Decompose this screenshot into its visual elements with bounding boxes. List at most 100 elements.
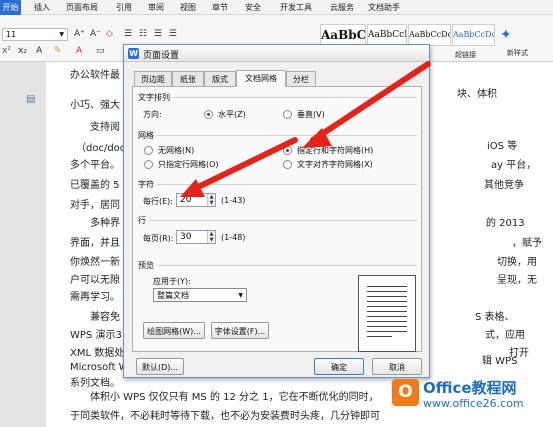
menu-home[interactable]: 开始 [0,0,21,15]
highlight-icon[interactable]: ✎ [54,46,62,56]
doc-line: 多个平台。 [70,160,120,171]
apply-to-select[interactable]: 整篇文档 ▼ [153,288,247,302]
grid-heading: 网格 [138,131,154,140]
chars-range: (1-43) [221,196,246,205]
menu-developer[interactable]: 开发工具 [280,2,312,13]
doc-line: 需再学习。 [70,292,120,303]
wps-logo-icon: W [128,48,139,59]
tab-layout[interactable]: 版式 [204,71,236,86]
doc-line: 其他竞争 [484,180,524,191]
menu-chapter[interactable]: 章节 [212,2,228,13]
doc-line: 体积小 WPS 仅仅只有 MS 的 12 分之 1，它在不断优化的同时， [90,392,379,403]
char-border-icon[interactable]: ▭ [96,46,105,56]
doc-line: 你焕然一新 [70,257,120,268]
menu-insert[interactable]: 插入 [34,2,50,13]
divider [157,265,417,266]
office-logo-icon: O [392,379,419,406]
tab-document-grid[interactable]: 文档网格 [236,70,286,87]
doc-line: 支持阅 [90,122,120,133]
divider [173,97,417,98]
menu-view[interactable]: 视图 [180,2,196,13]
font-size-value: 11 [6,30,17,39]
doc-line: 的 2013 [486,218,525,229]
page-preview [358,275,416,352]
list-icons[interactable]: ☰ ☷ ☰ ☰ [124,29,179,39]
draw-grid-button[interactable]: 绘图网格(W)... [143,322,205,339]
default-button[interactable]: 默认(D)... [136,358,184,375]
doc-line: 于同类软件，不必耗时等待下载，也不必为安装费时头疼，几分钟即可 [70,411,380,422]
font-color-icon[interactable]: A [76,46,82,56]
new-style-button[interactable]: 新样式 [507,48,528,58]
grow-font-icon[interactable]: A⁺ [74,29,85,39]
cancel-button[interactable]: 取消 [372,358,422,375]
tab-panel: 文字排列 方向: 水平(Z) 垂直(V) 网格 无网格(N) 只指定行网格(O)… [132,86,422,352]
line-and-char-grid-radio[interactable] [283,146,292,155]
hyperlink-button[interactable]: 超链接 [455,50,476,60]
page-setup-dialog: W 页面设置 页边距 纸张 版式 文档网格 分栏 文字排列 方向: 水平(Z) … [123,44,430,378]
ok-button[interactable]: 确定 [314,358,364,375]
subscript-icon[interactable]: x₂ [18,46,27,56]
watermark-name: Office教程网 [423,379,517,397]
font-effect-icon[interactable]: A [36,46,42,56]
doc-line: 切换，用 [497,257,537,268]
line-and-char-grid-label[interactable]: 指定行和字符网格(H) [297,145,373,156]
tab-margins[interactable]: 页边距 [134,71,172,86]
menu-references[interactable]: 引用 [116,2,132,13]
doc-line: 呈现，无 [497,275,537,286]
line-grid-only-radio[interactable] [144,160,153,169]
style-normal[interactable]: AaBbC [320,24,366,46]
doc-line: 已覆盖的 5 [70,180,120,191]
style-heading3[interactable]: AaBbCcDd [452,24,495,46]
font-size-combo[interactable]: 11 ▼ [2,28,68,41]
style-heading2[interactable]: AaBbCcDd [408,24,451,46]
chars-per-line-spinner[interactable]: 20 ▲ ▼ [176,193,216,207]
spin-down-icon[interactable]: ▼ [207,237,215,243]
doc-line: 对手，居同 [70,200,120,211]
snap-to-char-grid-label[interactable]: 文字对齐字符网格(X) [297,159,373,170]
menu-doc-assistant[interactable]: 文档助手 [368,2,400,13]
doc-line: 辑 WPS [482,356,518,367]
vertical-label[interactable]: 垂直(V) [297,109,325,120]
no-grid-radio[interactable] [144,146,153,155]
doc-line: WPS 演示3 [70,330,122,341]
font-settings-button[interactable]: 字体设置(F)... [211,322,269,339]
dialog-titlebar[interactable]: W 页面设置 [124,45,429,62]
doc-line: ，赋予 [512,238,542,249]
horizontal-radio[interactable] [204,110,213,119]
doc-line: 块、体积 [457,89,497,100]
new-style-icon[interactable]: ✦ [500,27,512,43]
doc-line: 兼容免 [90,312,120,323]
lines-per-page-value: 30 [180,232,192,242]
line-grid-only-label[interactable]: 只指定行网格(O) [158,159,219,170]
doc-line: XML 数据处 [70,348,125,359]
dialog-title: 页面设置 [143,51,180,61]
lines-per-page-spinner[interactable]: 30 ▲ ▼ [176,230,216,244]
menu-page-layout[interactable]: 页面布局 [66,2,98,13]
chevron-down-icon: ▼ [238,292,243,299]
chars-per-line-label: 每行(E): [143,197,173,206]
doc-line: 户可以无隙 [70,275,120,286]
strikethrough-icon[interactable]: x² [2,46,11,56]
menu-security[interactable]: 安全 [245,2,261,13]
vertical-radio[interactable] [283,110,292,119]
menu-cloud[interactable]: 云服务 [330,2,354,13]
tab-columns[interactable]: 分栏 [286,71,316,86]
lines-per-page-label: 每页(R): [143,234,174,243]
no-grid-label[interactable]: 无网格(N) [158,145,194,156]
menu-bar: 开始 插入 页面布局 引用 审阅 视图 章节 安全 开发工具 云服务 文档助手 [0,0,553,15]
doc-line: ay 平台， [491,160,537,171]
doc-line: 小巧、强大 [70,100,120,111]
snap-to-char-grid-radio[interactable] [283,160,292,169]
tab-paper[interactable]: 纸张 [172,71,204,86]
style-heading1[interactable]: AaBbCcD [367,24,407,46]
horizontal-label[interactable]: 水平(Z) [218,109,246,120]
menu-review[interactable]: 审阅 [148,2,164,13]
spin-down-icon[interactable]: ▼ [207,200,215,206]
watermark-url: www.office26.com [423,397,524,410]
shrink-font-icon[interactable]: A⁻ [90,29,101,39]
clear-format-icon[interactable]: ◇ [106,29,113,39]
lines-range: (1-48) [221,233,246,242]
apply-to-label: 应用于(Y): [153,277,191,286]
doc-line: 系列文档。 [70,378,120,389]
lines-heading: 行 [138,216,146,225]
